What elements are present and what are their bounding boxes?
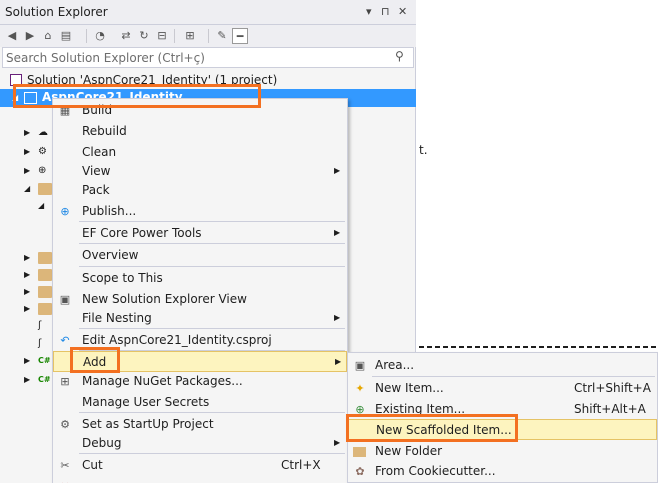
expand-arrow-icon[interactable]: ▶: [24, 270, 30, 279]
web-icon: ⊕: [38, 165, 47, 176]
highlight-new-scaffolded-item: [346, 414, 518, 442]
dependencies-icon: ⚙: [38, 146, 47, 157]
switch-views-icon[interactable]: ▤: [58, 28, 74, 44]
menu-separator: [79, 328, 345, 329]
refresh-icon[interactable]: ↻: [136, 28, 152, 44]
highlight-add: [70, 347, 120, 373]
toolbar-separator: [208, 29, 209, 43]
menu-item-scope-to-this[interactable]: Scope to This: [53, 268, 347, 289]
new-item-icon: ✦: [355, 382, 365, 395]
submenu-arrow-icon: ▶: [334, 313, 341, 322]
cut-icon: ✂: [60, 459, 70, 472]
menu-separator: [79, 266, 345, 267]
submenu-arrow-icon: ▶: [334, 228, 341, 237]
menu-separator: [79, 453, 345, 454]
expand-arrow-icon[interactable]: ▶: [24, 128, 30, 137]
sync-icon[interactable]: ⇄: [118, 28, 134, 44]
nuget-icon: ⊞: [60, 375, 70, 388]
folder-icon: [38, 183, 52, 195]
project-context-menu: ▦ Build Rebuild Clean View ▶ Pack ⊕ Publ…: [52, 98, 348, 483]
menu-item-pack[interactable]: Pack: [53, 180, 347, 201]
close-icon[interactable]: ✕: [398, 5, 407, 18]
home-icon[interactable]: ⌂: [40, 28, 56, 44]
menu-item-new-solution-explorer-view[interactable]: ▣ New Solution Explorer View: [53, 289, 347, 310]
folder-icon: [38, 269, 52, 281]
editor-text-fragment: t.: [419, 143, 428, 157]
submenu-arrow-icon: ▶: [334, 166, 341, 175]
menu-item-partial[interactable]: ✕: [53, 476, 347, 483]
collapse-arrow-icon[interactable]: ◢: [38, 201, 44, 210]
collapse-arrow-icon[interactable]: ◢: [24, 184, 30, 193]
menu-item-cut[interactable]: ✂ Cut Ctrl+X: [53, 455, 347, 476]
csharp-file-icon: C#: [38, 356, 51, 365]
expand-arrow-icon[interactable]: ▶: [24, 166, 30, 175]
editor-code-fragment: [419, 344, 658, 351]
expand-arrow-icon[interactable]: ▶: [24, 304, 30, 313]
menu-item-ef-core-power-tools[interactable]: EF Core Power Tools ▶: [53, 223, 347, 244]
csharp-file-icon: C#: [38, 375, 51, 384]
menu-item-debug[interactable]: Debug ▶: [53, 433, 347, 454]
config-file-icon: ʃ: [38, 320, 42, 331]
search-box: ⚲: [2, 47, 414, 68]
menu-item-clean[interactable]: Clean: [53, 142, 347, 163]
menu-separator: [79, 221, 345, 222]
publish-icon: ⊕: [60, 205, 70, 218]
collapse-all-icon[interactable]: ⊟: [154, 28, 170, 44]
folder-icon: [353, 447, 366, 457]
new-view-icon: ▣: [59, 293, 71, 306]
submenu-item-area[interactable]: ▣ Area...: [348, 355, 657, 376]
show-all-files-icon[interactable]: ⊞: [182, 28, 198, 44]
menu-separator: [79, 243, 345, 244]
cookiecutter-icon: ✿: [355, 465, 365, 478]
preview-icon[interactable]: ━: [232, 28, 248, 44]
menu-separator: [372, 376, 655, 377]
connected-services-icon: ☁: [38, 127, 48, 138]
area-icon: ▣: [354, 359, 366, 372]
folder-icon: [38, 252, 52, 264]
search-input[interactable]: [6, 50, 386, 66]
submenu-arrow-icon: ▶: [334, 438, 341, 447]
expand-arrow-icon[interactable]: ▶: [24, 147, 30, 156]
menu-item-overview[interactable]: Overview: [53, 245, 347, 266]
panel-title: Solution Explorer: [5, 5, 108, 19]
back-icon[interactable]: ◀: [4, 28, 20, 44]
submenu-item-new-item[interactable]: ✦ New Item... Ctrl+Shift+A: [348, 378, 657, 399]
folder-icon: [38, 303, 52, 315]
menu-item-manage-nuget[interactable]: ⊞ Manage NuGet Packages...: [53, 371, 347, 392]
menu-separator: [79, 412, 345, 413]
menu-item-file-nesting[interactable]: File Nesting ▶: [53, 308, 347, 329]
expand-arrow-icon[interactable]: ▶: [24, 356, 30, 365]
forward-icon[interactable]: ▶: [22, 28, 38, 44]
pin-icon[interactable]: ⊓: [381, 5, 390, 18]
solution-explorer-titlebar: Solution Explorer ▾ ⊓ ✕: [0, 0, 416, 25]
submenu-item-from-cookiecutter[interactable]: ✿ From Cookiecutter...: [348, 461, 657, 482]
expand-arrow-icon[interactable]: ▶: [24, 253, 30, 262]
menu-item-rebuild[interactable]: Rebuild: [53, 121, 347, 142]
menu-item-publish[interactable]: ⊕ Publish...: [53, 201, 347, 222]
menu-item-view[interactable]: View ▶: [53, 161, 347, 182]
folder-icon: [38, 286, 52, 298]
panel-dropdown-icon[interactable]: ▾: [366, 5, 372, 18]
submenu-arrow-icon: ▶: [335, 357, 342, 366]
config-file-icon: ʃ: [38, 338, 42, 349]
toolbar-separator: [86, 29, 87, 43]
highlight-project: [13, 84, 261, 108]
search-icon[interactable]: ⚲: [395, 49, 404, 63]
edit-icon: ↶: [60, 334, 70, 347]
submenu-item-new-folder[interactable]: New Folder: [348, 441, 657, 462]
expand-arrow-icon[interactable]: ▶: [24, 375, 30, 384]
menu-item-manage-user-secrets[interactable]: Manage User Secrets: [53, 392, 347, 413]
gear-icon: ⚙: [60, 418, 70, 431]
properties-icon[interactable]: ✎: [214, 28, 230, 44]
toolbar-separator: [174, 29, 175, 43]
pending-changes-icon[interactable]: ◔: [92, 28, 108, 44]
expand-arrow-icon[interactable]: ▶: [24, 287, 30, 296]
menu-item-set-startup[interactable]: ⚙ Set as StartUp Project: [53, 414, 347, 435]
